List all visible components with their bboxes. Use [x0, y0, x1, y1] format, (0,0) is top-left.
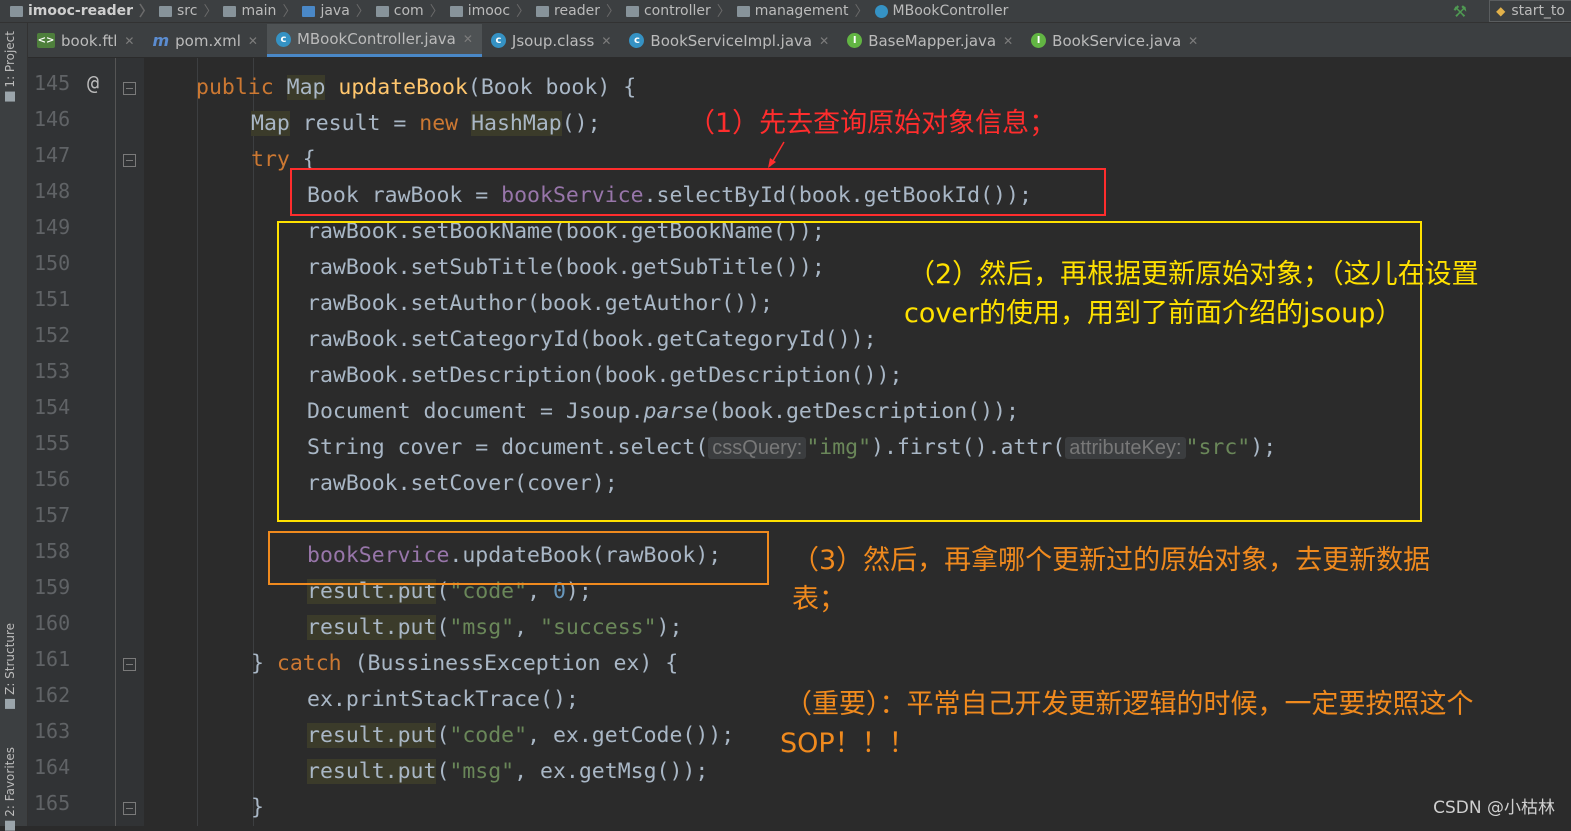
breadcrumb-item-main[interactable]: main 〉 [217, 1, 296, 21]
breadcrumb-item-java[interactable]: java 〉 [296, 1, 370, 21]
package-icon [625, 5, 639, 17]
line-number: 153 [34, 359, 71, 383]
project-tool-button[interactable]: 1: Project [3, 31, 17, 102]
editor-tab-bar: <> book.ftl ✕ m pom.xml ✕ c MBookController.j… [28, 23, 1571, 58]
breadcrumb-item-class[interactable]: MBookController [869, 3, 1008, 19]
interface-icon: I [1031, 33, 1047, 48]
code-line-162: ex.printStackTrace(); [307, 687, 579, 712]
fold-icon[interactable] [123, 82, 136, 95]
close-icon[interactable]: ✕ [1003, 34, 1013, 48]
run-toolbar: ⚒ ◆ start_to [1453, 0, 1571, 22]
close-icon[interactable]: ✕ [248, 34, 258, 48]
line-number: 151 [34, 287, 71, 311]
breadcrumb-item-management[interactable]: management 〉 [731, 1, 869, 21]
spring-boot-icon: ◆ [1496, 4, 1506, 18]
breadcrumb-item-imooc[interactable]: imooc 〉 [444, 1, 530, 21]
breadcrumb-item-reader[interactable]: reader 〉 [530, 1, 620, 21]
annotation-note-1: （1）先去查询原始对象信息； [688, 108, 1057, 139]
line-number: 146 [34, 107, 71, 131]
code-line-145: public Map updateBook(Book book) { [196, 75, 637, 100]
code-line-146: Map result = new HashMap(); [251, 111, 601, 136]
interface-icon: I [847, 33, 863, 48]
tab-bookserviceimpl[interactable]: c BookServiceImpl.java ✕ [620, 24, 838, 57]
annotation-box-orange [268, 531, 769, 585]
code-line-163: result.put("code", ex.getCode()); [307, 723, 735, 748]
line-number: 148 [34, 179, 71, 203]
code-line-160: result.put("msg", "success"); [307, 615, 683, 640]
line-number: 154 [34, 395, 71, 419]
class-icon [874, 4, 888, 18]
tab-book-ftl[interactable]: <> book.ftl ✕ [28, 24, 143, 57]
close-icon[interactable]: ✕ [124, 34, 134, 48]
navigation-breadcrumb: imooc-reader 〉 src 〉 main 〉 java 〉 com 〉 imoo… [0, 0, 1571, 23]
close-icon[interactable]: ✕ [463, 32, 473, 46]
fold-icon[interactable] [123, 658, 136, 671]
code-line-161: } catch (BussinessException ex) { [251, 651, 679, 676]
line-number: 145 [34, 71, 71, 95]
build-hammer-icon[interactable]: ⚒ [1453, 2, 1467, 21]
line-number: 149 [34, 215, 71, 239]
line-number: 156 [34, 467, 71, 491]
breadcrumb-item-com[interactable]: com 〉 [370, 1, 444, 21]
fold-icon[interactable] [123, 154, 136, 167]
line-number: 160 [34, 611, 71, 635]
override-marker-icon[interactable]: @ [87, 71, 99, 95]
folder-icon [223, 5, 237, 17]
close-icon[interactable]: ✕ [601, 34, 611, 48]
tab-basemapper[interactable]: I BaseMapper.java ✕ [838, 24, 1022, 57]
run-configuration-selector[interactable]: ◆ start_to [1489, 0, 1571, 22]
annotation-box-red [290, 168, 1106, 216]
annotation-note-3-line2: 表； [792, 584, 846, 615]
line-number: 150 [34, 251, 71, 275]
line-number: 163 [34, 719, 71, 743]
breadcrumb-item-project[interactable]: imooc-reader 〉 [0, 1, 153, 21]
line-number: 152 [34, 323, 71, 347]
watermark: CSDN @小枯林 [1433, 798, 1555, 818]
line-number: 147 [34, 143, 71, 167]
tab-pom-xml[interactable]: m pom.xml ✕ [143, 24, 266, 57]
package-icon [449, 5, 463, 17]
class-icon: c [490, 33, 506, 48]
project-icon [5, 91, 15, 102]
folder-icon [159, 5, 172, 17]
line-number: 157 [34, 503, 71, 527]
tool-window-strip: 1: Project Z: Structure 2: Favorites [0, 23, 28, 831]
annotation-note-2-line2: cover的使用，用到了前面介绍的jsoup） [904, 298, 1403, 329]
annotation-arrow [768, 141, 785, 168]
breadcrumb-item-src[interactable]: src 〉 [153, 1, 217, 21]
line-number: 162 [34, 683, 71, 707]
package-icon [736, 5, 750, 17]
annotation-note-4-line1: （重要）：平常自己开发更新逻辑的时候，一定要按照这个 [785, 689, 1474, 720]
fold-icon[interactable] [123, 802, 136, 815]
line-number: 159 [34, 575, 71, 599]
maven-icon: m [152, 31, 170, 50]
code-line-165: } [251, 795, 264, 820]
breadcrumb-item-controller[interactable]: controller 〉 [620, 1, 731, 21]
favorites-tool-button[interactable]: 2: Favorites [3, 747, 17, 831]
tab-jsoup-class[interactable]: c Jsoup.class ✕ [482, 24, 621, 57]
package-icon [536, 5, 550, 17]
line-number: 165 [34, 791, 71, 815]
tab-mbookcontroller[interactable]: c MBookController.java ✕ [266, 24, 482, 57]
structure-icon [5, 698, 15, 709]
line-number: 155 [34, 431, 71, 455]
close-icon[interactable]: ✕ [819, 34, 829, 48]
ftl-file-icon: <> [37, 33, 55, 48]
line-number: 161 [34, 647, 71, 671]
module-icon [10, 5, 23, 17]
structure-tool-button[interactable]: Z: Structure [3, 623, 17, 709]
line-number: 158 [34, 539, 71, 563]
line-number: 164 [34, 755, 71, 779]
annotation-note-3-line1: （3）然后，再拿哪个更新过的原始对象，去更新数据 [792, 545, 1431, 576]
class-icon: c [275, 31, 291, 47]
annotation-note-4-line2: SOP！！！ [780, 728, 916, 759]
annotation-note-2-line1: （2）然后，再根据更新原始对象；（这儿在设置 [908, 259, 1479, 290]
tab-bookservice[interactable]: I BookService.java ✕ [1022, 24, 1207, 57]
source-folder-icon [302, 5, 316, 17]
class-icon: c [629, 33, 645, 48]
close-icon[interactable]: ✕ [1188, 34, 1198, 48]
code-line-164: result.put("msg", ex.getMsg()); [307, 759, 709, 784]
package-icon [375, 5, 389, 17]
